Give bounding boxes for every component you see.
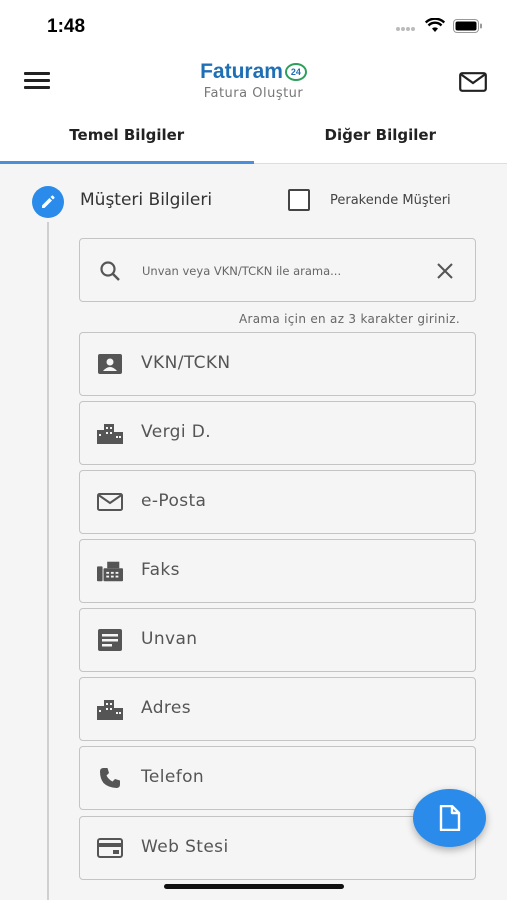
- search-hint: Arama için en az 3 karakter giriniz.: [239, 312, 460, 326]
- email-field[interactable]: e-Posta: [79, 470, 476, 534]
- building-icon: [97, 422, 123, 444]
- mail-button[interactable]: [459, 72, 487, 96]
- step-connector: [47, 222, 49, 900]
- signal-icon: [395, 18, 417, 37]
- field-label: Vergi D.: [141, 422, 212, 442]
- unvan-field[interactable]: Unvan: [79, 608, 476, 672]
- tab-diger-bilgiler[interactable]: Diğer Bilgiler: [254, 110, 507, 163]
- retail-customer-toggle[interactable]: Perakende Müşteri: [288, 189, 451, 211]
- address-field[interactable]: Adres: [79, 677, 476, 741]
- field-label: Faks: [141, 560, 180, 580]
- phone-icon: [97, 767, 123, 789]
- field-label: Adres: [141, 698, 192, 718]
- envelope-icon: [459, 72, 487, 92]
- status-bar: 1:48: [0, 0, 507, 52]
- logo-wordmark: Faturam 24: [200, 60, 307, 84]
- vkn-tckn-field[interactable]: VKN/TCKN: [79, 332, 476, 396]
- step-indicator: [32, 186, 64, 218]
- field-label: e-Posta: [141, 491, 207, 511]
- tab-bar: Temel Bilgiler Diğer Bilgiler: [0, 110, 507, 164]
- app-bar: Faturam 24 Fatura Oluştur: [0, 52, 507, 110]
- field-label: VKN/TCKN: [141, 353, 231, 373]
- phone-field[interactable]: Telefon: [79, 746, 476, 810]
- fax-field[interactable]: Faks: [79, 539, 476, 603]
- vergi-dairesi-field[interactable]: Vergi D.: [79, 401, 476, 465]
- document-icon: [439, 805, 460, 831]
- search-icon: [100, 261, 120, 281]
- pencil-icon: [42, 195, 55, 208]
- logo-badge: 24: [284, 63, 307, 81]
- building-icon: [97, 698, 123, 720]
- create-invoice-fab[interactable]: [413, 789, 486, 847]
- clear-icon: [437, 263, 453, 279]
- field-label: Telefon: [141, 767, 205, 787]
- title-icon: [97, 629, 123, 651]
- app-logo: Faturam 24 Fatura Oluştur: [0, 60, 507, 101]
- wifi-icon: [424, 17, 446, 37]
- form-content: Müşteri Bilgileri Perakende Müşteri Unva…: [0, 164, 507, 900]
- web-icon: [97, 837, 123, 859]
- field-label: Unvan: [141, 629, 198, 649]
- search-placeholder: Unvan veya VKN/TCKN ile arama...: [142, 264, 342, 278]
- id-card-icon: [97, 353, 123, 375]
- mail-icon: [97, 491, 123, 513]
- field-label: Web Stesi: [141, 837, 229, 857]
- tab-temel-bilgiler[interactable]: Temel Bilgiler: [0, 110, 254, 164]
- retail-label: Perakende Müşteri: [330, 192, 451, 208]
- battery-icon: [453, 18, 483, 37]
- home-indicator[interactable]: [164, 884, 344, 889]
- fax-icon: [97, 560, 123, 582]
- customer-search-input[interactable]: Unvan veya VKN/TCKN ile arama...: [79, 238, 476, 302]
- status-icons: [395, 17, 483, 37]
- section-title: Müşteri Bilgileri: [80, 190, 213, 210]
- retail-checkbox[interactable]: [288, 189, 310, 211]
- page-subtitle: Fatura Oluştur: [203, 86, 304, 101]
- status-time: 1:48: [47, 16, 86, 37]
